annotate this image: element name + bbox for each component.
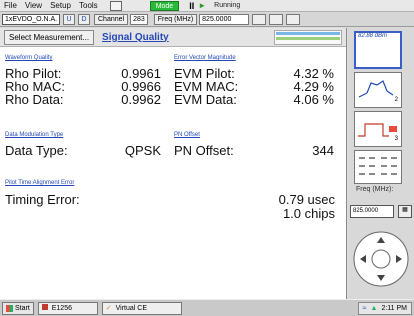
thumb-pulse-caption: 3 — [394, 136, 398, 142]
dpad[interactable] — [352, 223, 410, 295]
rho-data-value: 0.9962 — [121, 92, 161, 107]
menu-file[interactable]: File — [0, 1, 21, 10]
task-e1256-label: E1256 — [51, 304, 72, 312]
section-waveform-quality[interactable]: Waveform Quality — [5, 55, 52, 61]
windows-logo-icon — [6, 304, 13, 312]
taskbar: Start E1256 ✓ Virtual CE ≈ ▲ 2:11 PM — [0, 299, 414, 316]
toolbar: 1xEVDO_O.N.A. C U D Channel 283 Freq (MH… — [0, 12, 414, 27]
rho-data-label: Rho Data: — [5, 92, 64, 107]
pn-offset-label: PN Offset: — [174, 143, 234, 158]
grid-icon[interactable] — [269, 13, 284, 25]
virtual-ce-icon: ✓ — [105, 304, 112, 312]
timing-error-label: Timing Error: — [5, 192, 80, 207]
timing-error-chips: 1.0 chips — [282, 206, 335, 221]
sidebar: 82.88 dBm 2 3 Freq (MHz): 825.0000 ▦ — [348, 28, 414, 299]
network-icon[interactable]: ≈ — [363, 303, 367, 314]
save-icon[interactable] — [109, 0, 122, 11]
system-tray: ≈ ▲ 2:11 PM — [357, 301, 412, 315]
section-data-modulation[interactable]: Data Modulation Type — [5, 132, 63, 138]
settings-icon[interactable] — [252, 13, 267, 25]
thumb-table[interactable] — [354, 150, 402, 184]
channel-input[interactable]: 283 — [130, 13, 148, 25]
section-evm[interactable]: Error Vector Magnitude — [174, 55, 236, 61]
menu-bar: File View Setup Tools Mode II ► Running — [0, 0, 414, 12]
sidebar-freq-label: Freq (MHz): — [356, 186, 394, 193]
clock[interactable]: 2:11 PM — [381, 303, 407, 314]
uplink-icon[interactable]: U — [63, 13, 75, 25]
main-panel: Select Measurement... Signal Quality Wav… — [0, 28, 347, 299]
thumb-power[interactable]: 82.88 dBm — [354, 31, 402, 69]
tab-bar: Select Measurement... Signal Quality — [0, 28, 346, 47]
thumb-spectrum[interactable]: 2 — [354, 72, 402, 108]
menu-view[interactable]: View — [21, 1, 46, 10]
start-label: Start — [15, 304, 30, 312]
section-pilot-time[interactable]: Pilot Time Alignment Error — [5, 180, 74, 186]
table-icon — [359, 157, 397, 175]
mode-button[interactable]: Mode — [149, 0, 180, 11]
tab-signal-quality[interactable]: Signal Quality — [102, 32, 169, 43]
shield-icon[interactable]: ▲ — [371, 303, 378, 314]
legend-box — [274, 29, 342, 45]
task-virtual-ce[interactable]: ✓ Virtual CE — [101, 301, 182, 315]
menu-setup[interactable]: Setup — [46, 1, 75, 10]
task-virtual-ce-label: Virtual CE — [115, 304, 148, 312]
section-pn-offset[interactable]: PN Offset — [174, 132, 200, 138]
sidebar-freq-input[interactable]: 825.0000 — [350, 205, 394, 218]
help-icon[interactable] — [286, 13, 301, 25]
data-type-value: QPSK — [124, 143, 161, 158]
keypad-icon[interactable]: ▦ — [398, 205, 412, 218]
play-icon[interactable]: ► — [198, 1, 206, 10]
thumb-pulse[interactable]: 3 — [354, 111, 402, 147]
mode-select[interactable]: 1xEVDO_O.N.A. C — [2, 13, 60, 25]
task-e1256[interactable]: E1256 — [37, 301, 98, 315]
select-measurement-button[interactable]: Select Measurement... — [4, 29, 95, 45]
evm-data-value: 4.06 % — [293, 92, 334, 107]
menu-tools[interactable]: Tools — [75, 1, 102, 10]
downlink-icon[interactable]: D — [78, 13, 90, 25]
status-running: Running — [214, 2, 241, 9]
start-button[interactable]: Start — [2, 301, 34, 315]
thumb-power-caption: 82.88 dBm — [358, 33, 388, 39]
app-icon — [41, 303, 48, 310]
data-type-label: Data Type: — [5, 143, 68, 158]
pn-offset-value: 344 — [312, 143, 334, 158]
freq-label[interactable]: Freq (MHz) — [153, 13, 198, 25]
freq-input[interactable]: 825.0000 — [199, 13, 250, 25]
channel-label[interactable]: Channel — [94, 13, 129, 25]
timing-error-usec: 0.79 usec — [278, 192, 335, 207]
thumb-spectrum-caption: 2 — [394, 97, 398, 103]
pause-icon[interactable]: II — [189, 1, 194, 11]
evm-data-label: EVM Data: — [174, 92, 237, 107]
